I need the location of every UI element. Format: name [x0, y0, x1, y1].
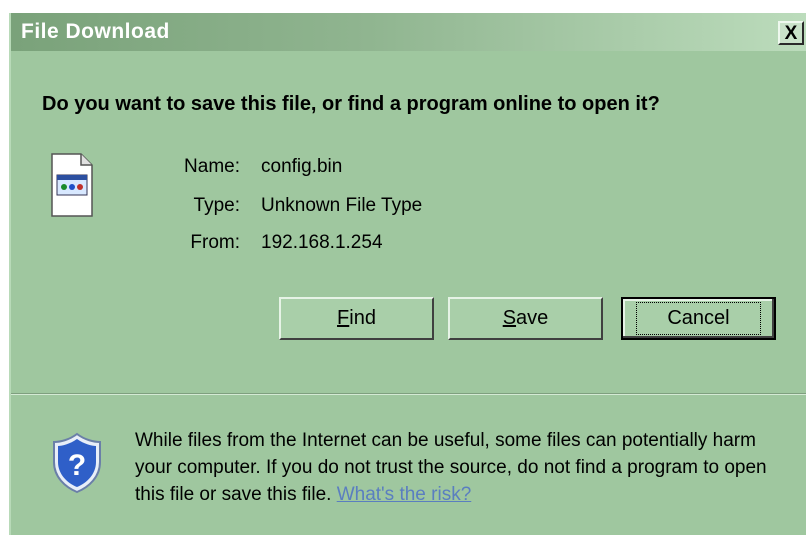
- name-label: Name:: [184, 156, 240, 177]
- find-button[interactable]: Find: [279, 297, 434, 340]
- shield-question-icon: ?: [53, 432, 101, 494]
- close-button[interactable]: X: [778, 21, 804, 45]
- from-value: 192.168.1.254: [261, 232, 383, 253]
- whats-the-risk-link[interactable]: What's the risk?: [337, 484, 472, 505]
- security-warning: While files from the Internet can be use…: [135, 427, 795, 508]
- save-label: Save: [502, 307, 549, 329]
- cancel-button[interactable]: Cancel: [621, 297, 776, 340]
- download-question: Do you want to save this file, or find a…: [42, 93, 660, 115]
- svg-text:?: ?: [68, 449, 86, 482]
- title-bar[interactable]: File Download X: [11, 13, 806, 51]
- close-icon: X: [784, 22, 798, 44]
- from-label: From:: [190, 232, 240, 253]
- name-value: config.bin: [261, 156, 343, 177]
- dialog-title: File Download: [21, 20, 170, 43]
- save-button[interactable]: Save: [448, 297, 603, 340]
- file-icon: [51, 153, 93, 217]
- cancel-label: Cancel: [636, 302, 761, 335]
- type-value: Unknown File Type: [261, 195, 423, 216]
- file-download-dialog: File Download X Do you want to save this…: [9, 13, 806, 535]
- dialog-separator: [11, 393, 806, 395]
- type-label: Type:: [193, 195, 240, 216]
- find-label: Find: [337, 307, 376, 329]
